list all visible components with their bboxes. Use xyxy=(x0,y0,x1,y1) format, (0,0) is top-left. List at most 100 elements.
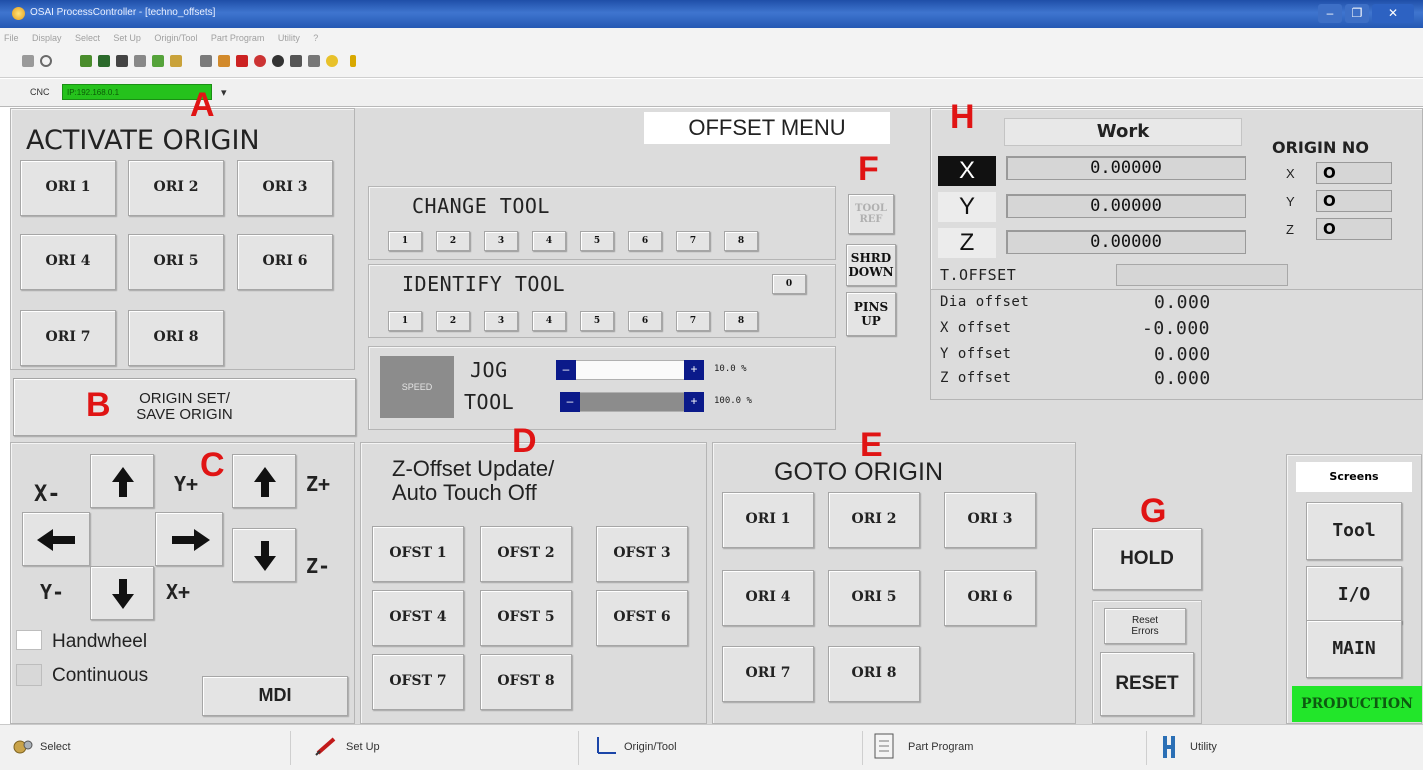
jog-minus-button[interactable]: – xyxy=(556,360,576,380)
activate-ori-3-button[interactable]: ORI 3 xyxy=(237,160,333,216)
cycle-icon[interactable] xyxy=(200,55,212,67)
menu-display[interactable]: Display xyxy=(28,30,67,43)
menu-origin-tool[interactable]: Origin/Tool xyxy=(150,30,202,43)
goto-ori-1-button[interactable]: ORI 1 xyxy=(722,492,814,548)
minimize-button[interactable]: – xyxy=(1318,4,1342,23)
identify-tool-5-button[interactable]: 5 xyxy=(580,311,614,331)
x-minus-button[interactable] xyxy=(22,512,90,566)
handwheel-checkbox[interactable] xyxy=(16,630,42,650)
y-plus-button[interactable] xyxy=(90,454,154,508)
jog-plus-button[interactable]: + xyxy=(684,360,704,380)
activate-ori-4-button[interactable]: ORI 4 xyxy=(20,234,116,290)
goto-ori-6-button[interactable]: ORI 6 xyxy=(944,570,1036,626)
continuous-checkbox[interactable] xyxy=(16,664,42,686)
change-tool-3-button[interactable]: 3 xyxy=(484,231,518,251)
wrench-icon[interactable] xyxy=(218,55,230,67)
status-utility[interactable]: Utility xyxy=(1190,741,1217,753)
identify-tool-4-button[interactable]: 4 xyxy=(532,311,566,331)
shrd-down-button[interactable]: SHRD DOWN xyxy=(846,244,896,286)
menu-part-program[interactable]: Part Program xyxy=(207,30,270,43)
chevron-down-icon[interactable]: ▾ xyxy=(221,86,227,99)
activate-ori-5-button[interactable]: ORI 5 xyxy=(128,234,224,290)
jog-speed-slider[interactable] xyxy=(556,360,704,380)
menu-set-up[interactable]: Set Up xyxy=(109,30,146,43)
ofst-7-button[interactable]: OFST 7 xyxy=(372,654,464,710)
screen-tool-button[interactable]: Tool xyxy=(1306,502,1402,560)
identify-tool-2-button[interactable]: 2 xyxy=(436,311,470,331)
change-tool-1-button[interactable]: 1 xyxy=(388,231,422,251)
goto-ori-2-button[interactable]: ORI 2 xyxy=(828,492,920,548)
table-icon[interactable] xyxy=(116,55,128,67)
restore-button[interactable]: ❐ xyxy=(1345,4,1369,23)
ofst-2-button[interactable]: OFST 2 xyxy=(480,526,572,582)
identify-tool-6-button[interactable]: 6 xyxy=(628,311,662,331)
ofst-8-button[interactable]: OFST 8 xyxy=(480,654,572,710)
x-plus-button[interactable] xyxy=(155,512,223,566)
ofst-3-button[interactable]: OFST 3 xyxy=(596,526,688,582)
identify-tool-1-button[interactable]: 1 xyxy=(388,311,422,331)
goto-ori-3-button[interactable]: ORI 3 xyxy=(944,492,1036,548)
grid-icon[interactable] xyxy=(98,55,110,67)
activate-ori-7-button[interactable]: ORI 7 xyxy=(20,310,116,366)
menu-help[interactable]: ? xyxy=(309,30,323,43)
tool-speed-slider[interactable] xyxy=(560,392,704,412)
goto-ori-4-button[interactable]: ORI 4 xyxy=(722,570,814,626)
tool-minus-button[interactable]: – xyxy=(560,392,580,412)
identify-tool-3-button[interactable]: 3 xyxy=(484,311,518,331)
status-origin-tool[interactable]: Origin/Tool xyxy=(624,741,677,753)
change-tool-4-button[interactable]: 4 xyxy=(532,231,566,251)
window-titlebar[interactable]: OSAI ProcessController - [techno_offsets… xyxy=(0,0,1423,28)
hold-button[interactable]: HOLD xyxy=(1092,528,1202,590)
goto-ori-8-button[interactable]: ORI 8 xyxy=(828,646,920,702)
change-tool-7-button[interactable]: 7 xyxy=(676,231,710,251)
help-icon[interactable] xyxy=(350,55,356,67)
identify-tool-0-button[interactable]: 0 xyxy=(772,274,806,294)
tool-plus-button[interactable]: + xyxy=(684,392,704,412)
change-tool-6-button[interactable]: 6 xyxy=(628,231,662,251)
menu-select[interactable]: Select xyxy=(71,30,105,43)
status-select[interactable]: Select xyxy=(40,741,71,753)
y-minus-button[interactable] xyxy=(90,566,154,620)
goto-ori-7-button[interactable]: ORI 7 xyxy=(722,646,814,702)
activate-ori-6-button[interactable]: ORI 6 xyxy=(237,234,333,290)
folder-icon[interactable] xyxy=(326,55,338,67)
pins-up-button[interactable]: PINS UP xyxy=(846,292,896,336)
change-tool-2-button[interactable]: 2 xyxy=(436,231,470,251)
clock-icon[interactable] xyxy=(254,55,266,67)
reset-errors-button[interactable]: Reset Errors xyxy=(1104,608,1186,644)
speed-button[interactable]: SPEED xyxy=(380,356,454,418)
activate-ori-8-button[interactable]: ORI 8 xyxy=(128,310,224,366)
status-part-program[interactable]: Part Program xyxy=(908,741,973,753)
window-icon[interactable] xyxy=(22,55,34,67)
origin-set-save-button[interactable]: ORIGIN SET/ SAVE ORIGIN xyxy=(13,378,356,436)
mdi-button[interactable]: MDI xyxy=(202,676,348,716)
stop-icon[interactable] xyxy=(236,55,248,67)
screen-io-button[interactable]: I/O xyxy=(1306,566,1402,624)
goto-ori-5-button[interactable]: ORI 5 xyxy=(828,570,920,626)
z-minus-button[interactable] xyxy=(232,528,296,582)
checkmark-icon[interactable] xyxy=(80,55,92,67)
change-tool-5-button[interactable]: 5 xyxy=(580,231,614,251)
chart-icon[interactable] xyxy=(152,55,164,67)
ofst-5-button[interactable]: OFST 5 xyxy=(480,590,572,646)
change-tool-8-button[interactable]: 8 xyxy=(724,231,758,251)
gear-icon[interactable] xyxy=(272,55,284,67)
ofst-4-button[interactable]: OFST 4 xyxy=(372,590,464,646)
menu-file[interactable]: File xyxy=(0,30,24,43)
identify-tool-7-button[interactable]: 7 xyxy=(676,311,710,331)
tool-icon[interactable] xyxy=(170,55,182,67)
z-plus-button[interactable] xyxy=(232,454,296,508)
screen-main-button[interactable]: MAIN xyxy=(1306,620,1402,678)
network-icon[interactable] xyxy=(308,55,320,67)
calendar-icon[interactable] xyxy=(134,55,146,67)
search-icon[interactable] xyxy=(40,55,52,67)
reset-button[interactable]: RESET xyxy=(1100,652,1194,716)
activate-ori-2-button[interactable]: ORI 2 xyxy=(128,160,224,216)
activate-ori-1-button[interactable]: ORI 1 xyxy=(20,160,116,216)
identify-tool-8-button[interactable]: 8 xyxy=(724,311,758,331)
equal-icon[interactable] xyxy=(290,55,302,67)
close-button[interactable]: ✕ xyxy=(1372,4,1414,23)
ofst-6-button[interactable]: OFST 6 xyxy=(596,590,688,646)
tool-ref-button[interactable]: TOOL REF xyxy=(848,194,894,234)
status-set-up[interactable]: Set Up xyxy=(346,741,380,753)
